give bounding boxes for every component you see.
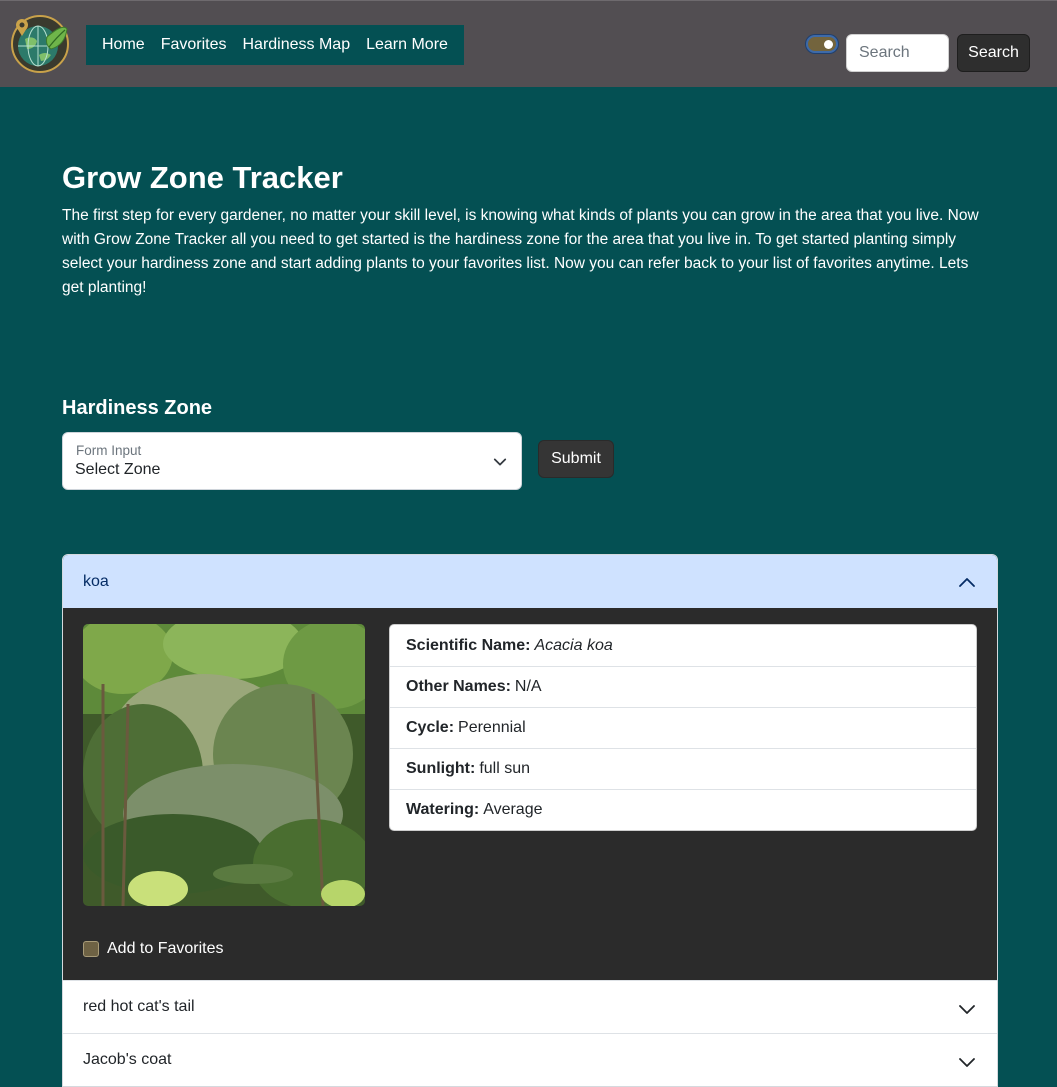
detail-label: Sunlight: <box>406 760 476 777</box>
zone-select-label: Form Input <box>76 443 142 458</box>
favorite-checkbox[interactable] <box>83 941 99 957</box>
chevron-down-icon <box>493 458 507 466</box>
detail-watering: Watering: Average <box>390 789 976 830</box>
chevron-up-icon <box>959 578 975 587</box>
globe-leaf-logo-icon[interactable] <box>11 15 69 73</box>
detail-value: Acacia koa <box>534 636 613 654</box>
chevron-down-icon <box>959 1005 975 1014</box>
plant-name: Jacob's coat <box>83 1051 172 1068</box>
chevron-down-icon <box>959 1058 975 1067</box>
favorite-label: Add to Favorites <box>107 940 224 957</box>
accordion-header-jacobs-coat[interactable]: Jacob's coat <box>63 1033 997 1086</box>
detail-label: Scientific Name: <box>406 636 531 654</box>
detail-label: Watering: <box>406 801 480 818</box>
detail-scientific-name: Scientific Name: Acacia koa <box>390 625 976 666</box>
detail-value: Perennial <box>458 719 526 736</box>
nav-home-link[interactable]: Home <box>94 36 153 54</box>
plant-name: koa <box>83 572 109 590</box>
navbar: Home Favorites Hardiness Map Learn More … <box>0 0 1057 87</box>
detail-label: Other Names: <box>406 678 511 695</box>
nav-favorites-link[interactable]: Favorites <box>153 36 235 54</box>
detail-value: N/A <box>514 678 542 695</box>
nav-links: Home Favorites Hardiness Map Learn More <box>86 25 464 65</box>
search-button[interactable]: Search <box>957 34 1030 72</box>
zone-select-value: Select Zone <box>75 461 161 478</box>
plant-name: red hot cat's tail <box>83 998 195 1015</box>
page-title: Grow Zone Tracker <box>62 160 343 195</box>
accordion-header-koa[interactable]: koa <box>63 555 997 608</box>
add-to-favorites[interactable]: Add to Favorites <box>83 940 224 958</box>
plant-details-list: Scientific Name: Acacia koa Other Names:… <box>389 624 977 831</box>
zone-submit-button[interactable]: Submit <box>538 440 614 478</box>
hardiness-zone-heading: Hardiness Zone <box>62 397 213 419</box>
nav-hardiness-map-link[interactable]: Hardiness Map <box>234 36 358 54</box>
intro-text: The first step for every gardener, no ma… <box>62 207 979 296</box>
accordion-body-koa: Scientific Name: Acacia koa Other Names:… <box>63 608 997 980</box>
detail-label: Cycle: <box>406 719 455 736</box>
accordion-header-red-hot-cats-tail[interactable]: red hot cat's tail <box>63 980 997 1033</box>
detail-value: Average <box>483 801 543 818</box>
search-input[interactable] <box>846 34 949 72</box>
detail-value: full sun <box>479 760 531 777</box>
detail-cycle: Cycle: Perennial <box>390 707 976 748</box>
zone-select[interactable]: Form Input Select Zone <box>62 432 522 490</box>
detail-sunlight: Sunlight: full sun <box>390 748 976 789</box>
detail-other-names: Other Names: N/A <box>390 666 976 707</box>
plant-photo <box>83 624 365 906</box>
plant-accordion: koa Scientific Name: Acacia koa Other Na… <box>62 554 998 1087</box>
toggle-knob <box>824 40 833 49</box>
theme-toggle[interactable] <box>806 35 838 53</box>
nav-learn-more-link[interactable]: Learn More <box>358 36 456 54</box>
